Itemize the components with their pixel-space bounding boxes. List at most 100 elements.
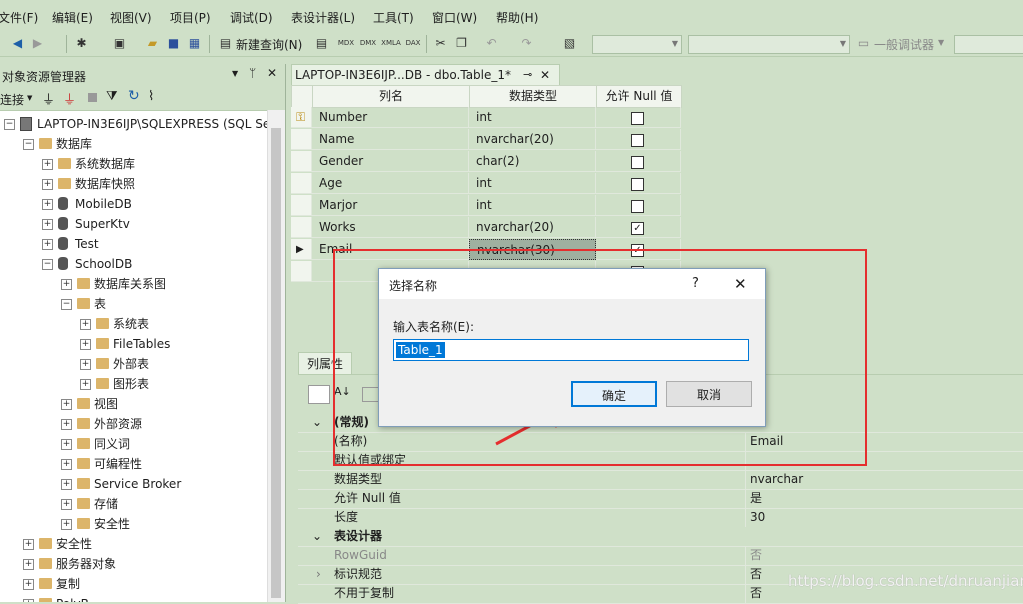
activity-monitor-icon[interactable]: ⌇ — [148, 89, 154, 104]
data-type-cell[interactable]: nvarchar(20) — [469, 129, 596, 150]
debug-start-icon[interactable]: ▭ — [856, 36, 871, 51]
close-icon[interactable]: ✕ — [267, 66, 277, 80]
menu-item[interactable]: 视图(V) — [110, 9, 152, 26]
cut-icon[interactable]: ✂ — [433, 36, 448, 51]
new-item-icon[interactable]: ✱ — [74, 36, 89, 51]
row-selector[interactable] — [291, 173, 312, 194]
chevron-down-icon[interactable]: ▼ — [27, 94, 32, 102]
mdx-query-icon[interactable]: MDX — [336, 36, 356, 51]
dialog-close-button[interactable]: ✕ — [734, 275, 747, 293]
search-combo[interactable] — [954, 35, 1023, 54]
tree-node[interactable]: + 视图 — [0, 394, 268, 414]
data-type-cell[interactable]: nvarchar(20) — [469, 217, 596, 238]
menu-item[interactable]: 工具(T) — [373, 9, 414, 26]
tree-node[interactable]: + 系统数据库 — [0, 154, 268, 174]
debugger-combo[interactable]: 一般调试器 — [874, 36, 934, 53]
column-name-cell[interactable]: Name — [312, 129, 469, 150]
panel-menu-icon[interactable]: ▼ — [232, 69, 238, 78]
menu-item[interactable]: 编辑(E) — [52, 9, 93, 26]
expand-icon[interactable]: + — [61, 519, 72, 530]
expand-icon[interactable]: + — [42, 179, 53, 190]
tree-node[interactable]: + 数据库快照 — [0, 174, 268, 194]
current-row-icon[interactable]: ▶ — [291, 239, 312, 260]
add-item-icon[interactable]: ▣ — [112, 36, 127, 51]
expand-icon[interactable]: + — [23, 559, 34, 570]
expand-icon[interactable]: + — [80, 339, 91, 350]
tree-node[interactable]: + 外部表 — [0, 354, 268, 374]
table-row[interactable]: Marjor int — [291, 195, 681, 217]
table-row[interactable]: Gender char(2) — [291, 151, 681, 173]
data-type-cell[interactable]: int — [469, 173, 596, 194]
row-selector[interactable] — [291, 261, 312, 282]
allow-null-checkbox[interactable] — [631, 178, 644, 191]
data-type-cell[interactable]: char(2) — [469, 151, 596, 172]
copy-icon[interactable]: ❐ — [454, 36, 469, 51]
categorized-icon[interactable] — [308, 385, 330, 404]
row-selector[interactable] — [291, 217, 312, 238]
table-row[interactable]: Name nvarchar(20) — [291, 129, 681, 151]
row-selector[interactable] — [291, 129, 312, 150]
expand-icon[interactable]: + — [42, 199, 53, 210]
property-value[interactable]: 30 — [750, 508, 765, 527]
save-icon[interactable]: ■ — [166, 36, 181, 51]
tree-node[interactable]: + Service Broker — [0, 474, 268, 494]
expand-icon[interactable]: + — [61, 459, 72, 470]
menu-item[interactable]: 调试(D) — [230, 9, 273, 26]
column-name-cell[interactable]: Works — [312, 217, 469, 238]
collapse-icon[interactable]: − — [4, 119, 15, 130]
tree-node[interactable]: − 表 — [0, 294, 268, 314]
redo-icon[interactable]: ↷ — [519, 36, 534, 51]
save-all-icon[interactable]: ▦ — [187, 36, 202, 51]
tree-node[interactable]: + 可编程性 — [0, 454, 268, 474]
expand-icon[interactable]: + — [42, 239, 53, 250]
collapse-icon[interactable]: ⌄ — [312, 527, 322, 546]
tab-table-designer[interactable]: LAPTOP-IN3E6IJP...DB - dbo.Table_1* ⊸ ✕ — [291, 64, 560, 85]
tree-node[interactable]: + 数据库关系图 — [0, 274, 268, 294]
collapse-icon[interactable]: − — [61, 299, 72, 310]
expand-icon[interactable]: + — [61, 279, 72, 290]
data-type-cell[interactable]: int — [469, 107, 596, 128]
tree-node[interactable]: + 服务器对象 — [0, 554, 268, 574]
expand-icon[interactable]: + — [61, 419, 72, 430]
column-name-cell[interactable]: Age — [312, 173, 469, 194]
allow-null-checkbox[interactable] — [631, 200, 644, 213]
row-selector[interactable] — [291, 195, 312, 216]
menu-item[interactable]: 表设计器(L) — [291, 9, 355, 26]
property-value[interactable]: 是 — [750, 489, 762, 508]
close-icon[interactable]: ✕ — [540, 65, 550, 85]
table-row[interactable]: Works nvarchar(20) ✓ — [291, 217, 681, 239]
connect-button[interactable]: 连接 — [0, 91, 24, 108]
tree-node[interactable]: + MobileDB — [0, 194, 268, 214]
object-explorer-scrollbar[interactable] — [267, 110, 285, 602]
collapse-icon[interactable]: ⌄ — [312, 413, 322, 432]
expand-icon[interactable]: + — [61, 499, 72, 510]
property-section[interactable]: ⌄ 表设计器 — [298, 527, 1023, 547]
tree-node[interactable]: + Test — [0, 234, 268, 254]
chevron-down-icon[interactable]: ▼ — [938, 38, 944, 47]
allow-null-checkbox[interactable] — [631, 134, 644, 147]
property-row[interactable]: 长度 30 — [298, 508, 1023, 528]
menu-item[interactable]: 窗口(W) — [432, 9, 477, 26]
menu-item[interactable]: 帮助(H) — [496, 9, 538, 26]
allow-null-checkbox[interactable] — [631, 156, 644, 169]
tree-node[interactable]: − LAPTOP-IN3E6IJP\SQLEXPRESS (SQL Se — [0, 114, 268, 134]
tree-node[interactable]: + 复制 — [0, 574, 268, 594]
expand-icon[interactable]: + — [61, 479, 72, 490]
property-row[interactable]: 允许 Null 值 是 — [298, 489, 1023, 509]
tree-node[interactable]: +PolyB — [0, 594, 268, 602]
expand-icon[interactable]: + — [42, 219, 53, 230]
tree-node[interactable]: − SchoolDB — [0, 254, 268, 274]
tree-node[interactable]: + FileTables — [0, 334, 268, 354]
tree-node[interactable]: + 安全性 — [0, 534, 268, 554]
expand-icon[interactable]: › — [316, 565, 321, 584]
tree-node[interactable]: + 系统表 — [0, 314, 268, 334]
expand-icon[interactable]: + — [23, 539, 34, 550]
collapse-icon[interactable]: − — [23, 139, 34, 150]
row-selector[interactable] — [291, 151, 312, 172]
menu-item[interactable]: 文件(F) — [0, 9, 38, 26]
tree-node[interactable]: − 数据库 — [0, 134, 268, 154]
scrollbar-thumb[interactable] — [271, 128, 281, 598]
solution-config-combo[interactable]: ▼ — [592, 35, 682, 54]
tree-node[interactable]: + SuperKtv — [0, 214, 268, 234]
stop-icon[interactable] — [88, 93, 97, 102]
